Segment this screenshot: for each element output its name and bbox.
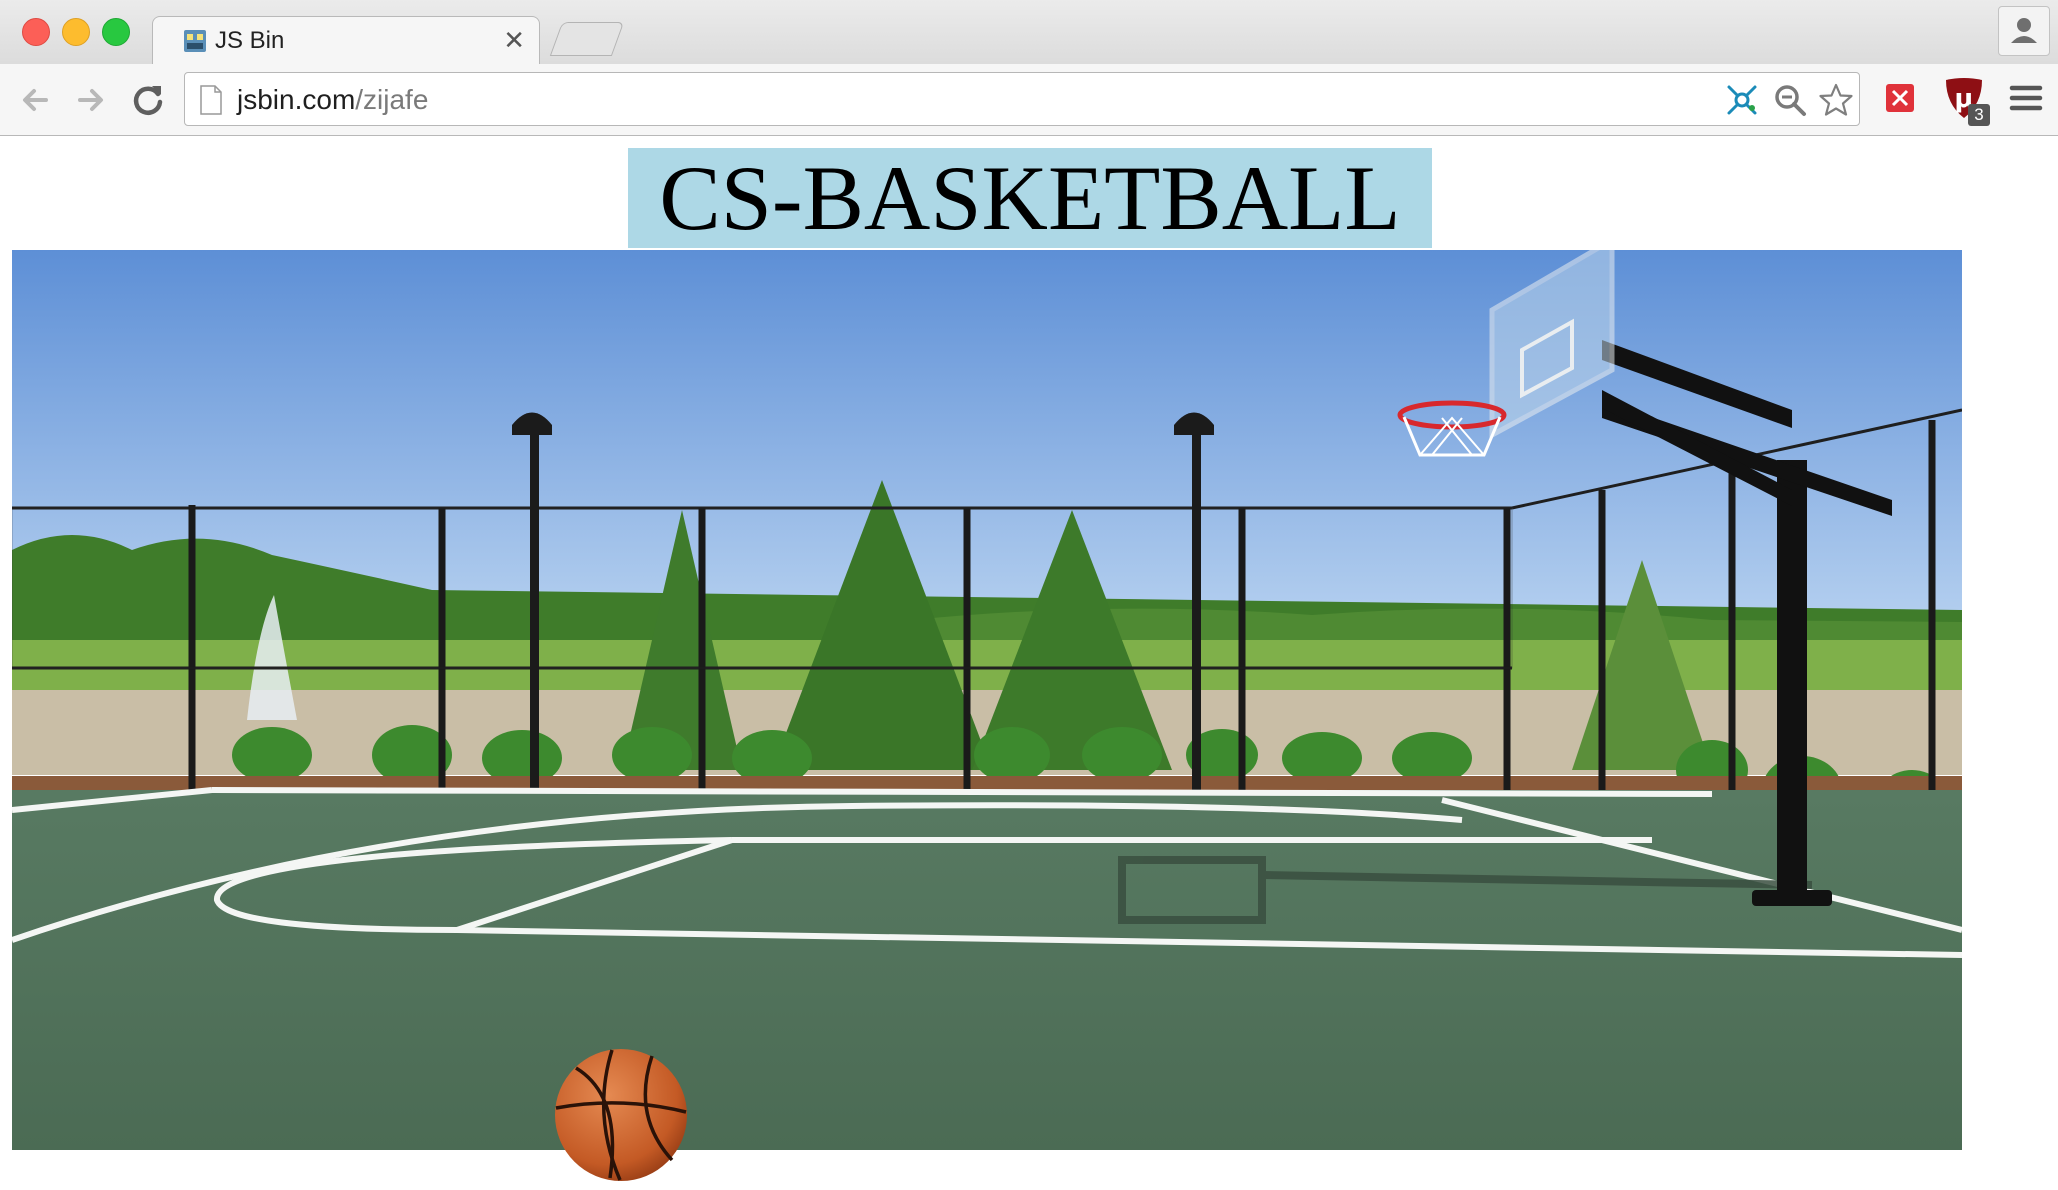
tab-close-icon[interactable]: ✕	[503, 25, 525, 55]
reload-icon[interactable]	[128, 80, 168, 120]
page-heading: CS-BASKETBALL	[628, 148, 1432, 248]
tab-title: JS Bin	[215, 27, 285, 54]
arrow-right-icon[interactable]	[70, 80, 110, 120]
url-host: jsbin.com	[237, 84, 356, 115]
browser-tab-active[interactable]: JS Bin ✕	[152, 16, 540, 66]
profile-button[interactable]	[1998, 6, 2050, 56]
molecule-extension-icon[interactable]	[1725, 83, 1759, 117]
ublock-extension-button[interactable]: μ 3	[1940, 74, 1994, 128]
address-bar[interactable]: jsbin.com/zijafe	[184, 72, 1860, 126]
browser-toolbar: jsbin.com/zijafe μ 3	[0, 64, 2058, 136]
url-path: /zijafe	[355, 84, 429, 115]
star-icon[interactable]	[1819, 83, 1853, 117]
basketball-icon[interactable]	[552, 1046, 690, 1184]
zoom-window-button[interactable]	[102, 18, 130, 46]
jsbin-favicon-icon	[184, 30, 206, 52]
browser-titlebar: JS Bin ✕	[0, 0, 2058, 66]
close-window-button[interactable]	[22, 18, 50, 46]
ublock-badge: 3	[1968, 104, 1990, 126]
hamburger-menu-icon[interactable]	[2006, 78, 2046, 118]
url-text[interactable]: jsbin.com/zijafe	[237, 83, 428, 117]
zoom-out-icon[interactable]	[1773, 83, 1807, 117]
arrow-left-icon[interactable]	[16, 80, 56, 120]
minimize-window-button[interactable]	[62, 18, 90, 46]
person-icon	[2011, 18, 2037, 43]
new-tab-button[interactable]	[549, 22, 625, 56]
page-icon	[200, 85, 222, 115]
basketball-court-image	[12, 250, 1962, 1150]
red-x-extension-icon[interactable]	[1880, 78, 1920, 118]
